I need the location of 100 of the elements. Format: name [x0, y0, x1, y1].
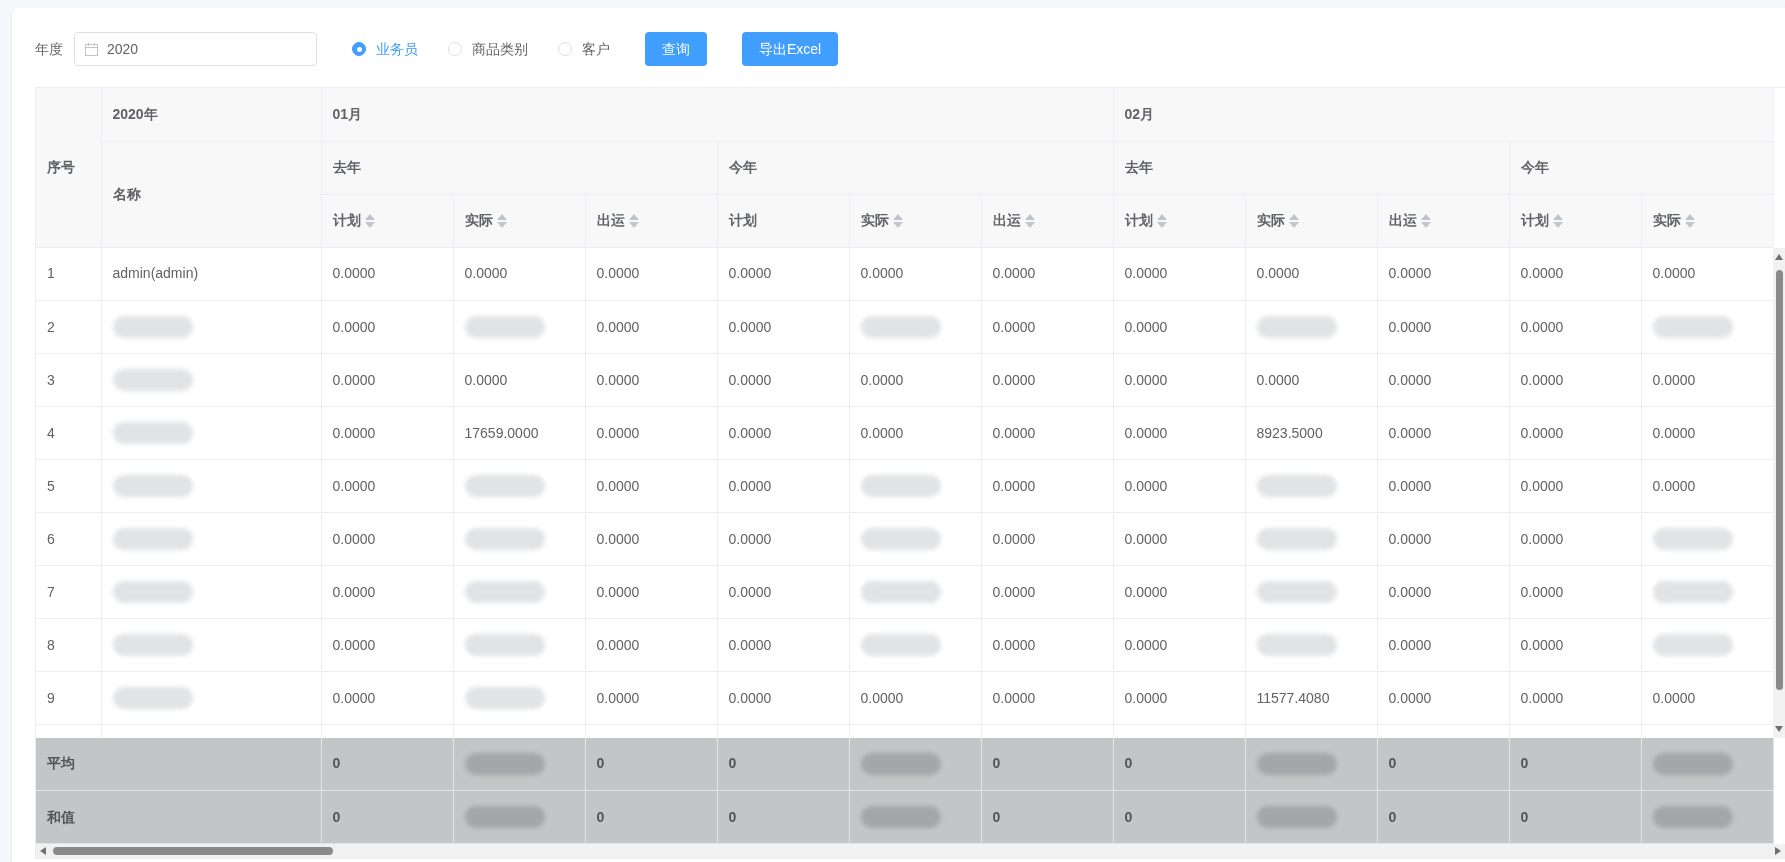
- year-field[interactable]: 2020: [74, 32, 317, 66]
- table-cell: 0.0000: [717, 618, 849, 672]
- table-cell: 0.0000: [1509, 247, 1641, 301]
- table-cell: 0.0000: [1245, 353, 1377, 407]
- table-cell: 3: [36, 353, 101, 407]
- table-cell: admin(admin): [101, 247, 321, 301]
- year-input[interactable]: 2020: [107, 38, 287, 60]
- sort-icon[interactable]: [1288, 212, 1299, 229]
- column-header: 实际: [1256, 211, 1285, 230]
- table-cell: 5: [36, 459, 101, 513]
- table-cell: 17659.0000: [453, 406, 585, 460]
- radio-option[interactable]: 客户: [558, 38, 610, 60]
- scroll-thumb[interactable]: [1775, 269, 1783, 690]
- summary-cell: 0: [321, 790, 453, 844]
- table-cell: 0.0000: [1113, 300, 1245, 354]
- scroll-thumb[interactable]: [53, 847, 333, 855]
- table-cell: 0.0000: [981, 512, 1113, 566]
- table-cell: 0.0000: [585, 565, 717, 619]
- table-cell: 0.0000: [585, 247, 717, 301]
- table-cell: 0.0000: [321, 247, 453, 301]
- table-cell: 0.0000: [1509, 300, 1641, 354]
- summary-cell: 0: [1377, 790, 1509, 844]
- table-cell: 0.0000: [585, 353, 717, 407]
- table-cell: 0.0000: [1509, 459, 1641, 513]
- column-header: 出运: [1388, 211, 1417, 230]
- sort-icon[interactable]: [1684, 212, 1695, 229]
- table-cell: 0.0000: [1377, 618, 1509, 672]
- table-cell: 0.0000: [981, 247, 1113, 301]
- table-cell: 6: [36, 512, 101, 566]
- table-cell: 0.0000: [1509, 671, 1641, 725]
- table-cell: 0.0000: [1113, 671, 1245, 725]
- table-cell: 0.0000: [981, 459, 1113, 513]
- horizontal-scrollbar[interactable]: [36, 844, 1785, 859]
- table-cell: 0.0000: [1377, 406, 1509, 460]
- column-header: 02月: [1124, 105, 1155, 122]
- sort-icon[interactable]: [628, 212, 639, 229]
- sort-icon[interactable]: [892, 212, 903, 229]
- table-cell: 0.0000: [321, 353, 453, 407]
- table-cell: 0.0000: [1509, 353, 1641, 407]
- table-cell: 0.0000: [981, 300, 1113, 354]
- scroll-left-icon[interactable]: [40, 847, 46, 855]
- summary-label: 和值: [36, 790, 321, 844]
- year-label: 年度: [35, 39, 63, 59]
- table-cell: 7: [36, 565, 101, 619]
- column-header: 2020年: [112, 105, 158, 122]
- table-cell: 0.0000: [585, 459, 717, 513]
- sort-icon[interactable]: [1552, 212, 1563, 229]
- summary-cell: 0: [1113, 790, 1245, 844]
- table-cell: 8: [36, 618, 101, 672]
- summary-cell: 0: [321, 737, 453, 791]
- summary-cell: 0: [1377, 737, 1509, 791]
- column-header: 去年: [1124, 159, 1153, 175]
- table-cell: 0.0000: [1377, 671, 1509, 725]
- column-header: 实际: [464, 211, 493, 230]
- table-cell: 0.0000: [1113, 353, 1245, 407]
- radio-option[interactable]: 商品类别: [448, 38, 528, 60]
- sort-icon[interactable]: [1024, 212, 1035, 229]
- table-cell: 2: [36, 300, 101, 354]
- scroll-down-icon[interactable]: [1775, 725, 1783, 732]
- column-header: 去年: [332, 159, 361, 175]
- table-cell: 0.0000: [1245, 247, 1377, 301]
- column-header: 今年: [1520, 159, 1549, 175]
- table-cell: 4: [36, 406, 101, 460]
- table-cell: 0.0000: [585, 300, 717, 354]
- table-cell: 1: [36, 247, 101, 301]
- table-cell: 0.0000: [981, 671, 1113, 725]
- table-cell: 0.0000: [981, 406, 1113, 460]
- table-cell: 0.0000: [1509, 512, 1641, 566]
- scroll-up-icon[interactable]: [1775, 253, 1783, 260]
- table-cell: 0.0000: [1113, 618, 1245, 672]
- summary-cell: 0: [981, 737, 1113, 791]
- column-header: 计划: [1124, 211, 1153, 230]
- sort-icon[interactable]: [364, 212, 375, 229]
- column-header: 出运: [992, 211, 1021, 230]
- table-cell: 0.0000: [1377, 512, 1509, 566]
- sort-icon[interactable]: [496, 212, 507, 229]
- sort-icon[interactable]: [1156, 212, 1167, 229]
- summary-cell: 0: [717, 790, 849, 844]
- table-cell: 0.0000: [717, 565, 849, 619]
- table-cell: 0.0000: [1113, 406, 1245, 460]
- column-header: 实际: [860, 211, 889, 230]
- column-header: 计划: [728, 211, 757, 230]
- table-cell: 0.0000: [1113, 247, 1245, 301]
- table-cell: 0.0000: [717, 406, 849, 460]
- scroll-right-icon[interactable]: [1775, 847, 1781, 855]
- table-cell: 0.0000: [1509, 565, 1641, 619]
- table-cell: 0.0000: [1509, 406, 1641, 460]
- table-cell: 0.0000: [717, 353, 849, 407]
- table-cell: 0.0000: [585, 512, 717, 566]
- table-cell: 0.0000: [1377, 247, 1509, 301]
- table-cell: 11577.4080: [1245, 671, 1377, 725]
- table-cell: 0.0000: [1113, 459, 1245, 513]
- sort-icon[interactable]: [1420, 212, 1431, 229]
- column-header: 出运: [596, 211, 625, 230]
- table-cell: 0.0000: [1113, 512, 1245, 566]
- summary-cell: 0: [1509, 790, 1641, 844]
- table-cell: 0.0000: [1377, 459, 1509, 513]
- vertical-scrollbar[interactable]: [1773, 247, 1785, 738]
- table-cell: 0.0000: [849, 671, 981, 725]
- summary-cell: 0: [585, 737, 717, 791]
